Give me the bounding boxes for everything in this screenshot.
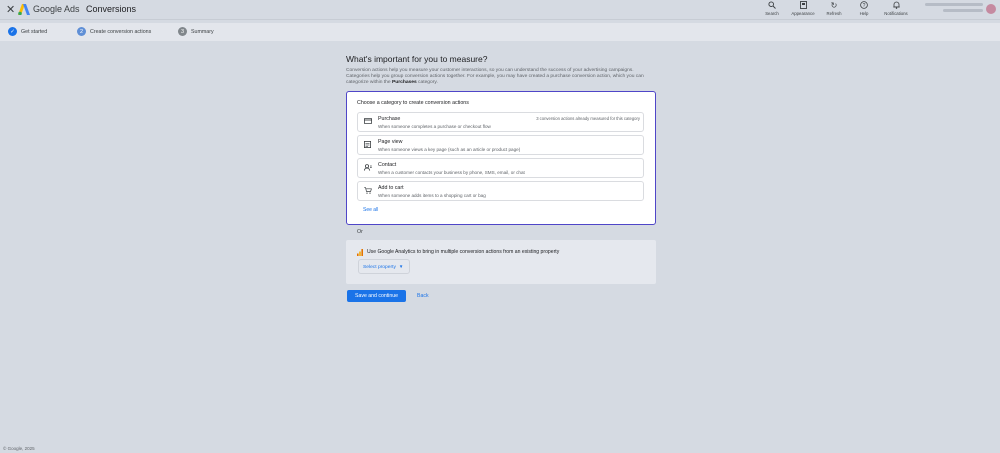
description-text-1: Conversion actions help you measure your… [346, 68, 644, 85]
option-name: Contact [378, 162, 397, 168]
avatar[interactable] [986, 4, 996, 14]
progress-stepper: ✓ Get started 2 Create conversion action… [0, 23, 1000, 41]
bell-icon [892, 1, 900, 10]
main-intro: What's important for you to measure? Con… [346, 54, 656, 86]
category-card: Choose a category to create conversion a… [346, 91, 656, 225]
option-description: When someone adds items to a shopping ca… [378, 193, 486, 198]
page-title: Conversions [86, 4, 137, 14]
description-text-2: category. [416, 80, 438, 85]
refresh-label: Refresh [826, 11, 842, 16]
step-create-conversion-actions[interactable]: 2 Create conversion actions [77, 27, 151, 36]
help-button[interactable]: ? Help [852, 1, 876, 16]
notifications-label: Notifications [884, 11, 908, 16]
top-app-bar: ✕ Google Ads Conversions Search Appearan… [0, 0, 1000, 20]
select-property-dropdown[interactable]: Select property ▼ [358, 259, 410, 274]
save-and-continue-button[interactable]: Save and continue [347, 290, 406, 302]
category-option-add-to-cart[interactable]: Add to cart When someone adds items to a… [357, 181, 644, 201]
search-label: Search [765, 11, 779, 16]
category-option-page-view[interactable]: Page view When someone views a key page … [357, 135, 644, 155]
google-analytics-text: Use Google Analytics to bring in multipl… [367, 249, 560, 255]
option-name: Add to cart [378, 185, 404, 191]
appearance-icon [799, 1, 807, 10]
credit-card-icon [364, 118, 372, 127]
option-name: Purchase [378, 116, 401, 122]
add-to-cart-icon [364, 187, 372, 197]
step-2-label: Create conversion actions [90, 28, 152, 35]
appearance-label: Appearance [791, 11, 815, 16]
step-1-check-icon: ✓ [8, 27, 17, 36]
see-all-link[interactable]: See all [363, 207, 378, 213]
option-description: When someone completes a purchase or che… [378, 124, 491, 129]
search-button[interactable]: Search [760, 1, 784, 16]
step-2-number: 2 [77, 27, 86, 36]
step-get-started[interactable]: ✓ Get started [8, 27, 47, 36]
section-title: What's important for you to measure? [346, 54, 488, 64]
google-analytics-section: Use Google Analytics to bring in multipl… [346, 240, 656, 284]
footer-copyright: © Google, 2025 [3, 446, 35, 451]
google-analytics-icon [357, 249, 363, 256]
step-1-label: Get started [21, 28, 48, 35]
notifications-button[interactable]: Notifications [882, 1, 910, 16]
refresh-icon: ↻ [830, 1, 838, 10]
or-divider: Or [357, 229, 363, 235]
search-icon [768, 1, 776, 10]
step-3-label: Summary [191, 28, 214, 35]
section-description: Conversion actions help you measure your… [346, 68, 654, 86]
caret-down-icon: ▼ [398, 264, 404, 269]
select-property-label: Select property [363, 265, 396, 270]
option-description: When a customer contacts your business b… [378, 170, 525, 175]
account-id-redacted [943, 9, 983, 12]
step-3-number: 3 [178, 27, 187, 36]
header-tools: Search Appearance ↻ Refresh ? Help Notif… [760, 1, 910, 16]
google-ads-logo [18, 4, 30, 15]
back-button[interactable]: Back [417, 293, 429, 299]
help-icon: ? [860, 1, 868, 10]
category-card-title: Choose a category to create conversion a… [357, 100, 469, 106]
refresh-button[interactable]: ↻ Refresh [822, 1, 846, 16]
option-name: Page view [378, 139, 403, 145]
option-note: 3 conversion actions already measured fo… [536, 116, 640, 121]
category-option-purchase[interactable]: Purchase When someone completes a purcha… [357, 112, 644, 132]
description-bold: Purchases [391, 80, 417, 85]
svg-text:?: ? [863, 3, 866, 9]
account-email-redacted [925, 3, 983, 6]
account-info[interactable] [925, 3, 983, 15]
category-option-contact[interactable]: Contact When a customer contacts your bu… [357, 158, 644, 178]
page-view-icon [364, 141, 371, 151]
appearance-button[interactable]: Appearance [790, 1, 816, 16]
option-description: When someone views a key page (such as a… [378, 147, 521, 152]
close-icon[interactable]: ✕ [6, 4, 15, 16]
step-summary[interactable]: 3 Summary [178, 27, 214, 36]
brand-name: Google Ads [33, 4, 80, 14]
contact-icon [363, 164, 372, 174]
help-label: Help [859, 11, 869, 16]
